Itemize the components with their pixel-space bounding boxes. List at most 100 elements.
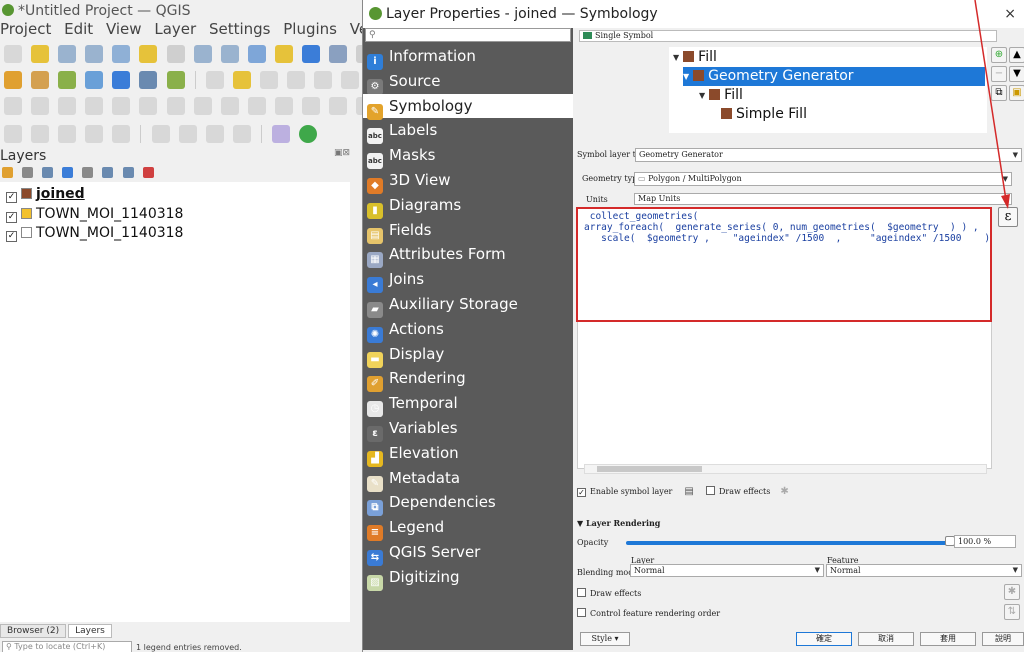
menu-settings[interactable]: Settings	[209, 20, 271, 38]
temporal-controller-icon[interactable]	[329, 45, 348, 63]
menu-plugins[interactable]: Plugins	[283, 20, 337, 38]
nav-item-masks[interactable]: abc Masks	[363, 143, 573, 170]
paint-tool-icon[interactable]	[274, 97, 293, 115]
effects-star-icon[interactable]: ✱	[780, 486, 788, 497]
callout-tool-icon[interactable]	[220, 97, 239, 115]
manage-visibility-icon[interactable]	[42, 167, 54, 178]
annotation-icon[interactable]	[178, 125, 197, 143]
nav-item-variables[interactable]: ε Variables	[363, 416, 573, 442]
deselect-icon[interactable]	[58, 125, 77, 143]
add-group-icon[interactable]	[22, 167, 34, 178]
zoom-last-icon[interactable]	[193, 45, 212, 63]
scrollbar-thumb[interactable]	[597, 466, 702, 472]
sort-order-icon[interactable]: ⇅	[1004, 604, 1020, 620]
expression-horizontal-scrollbar[interactable]	[584, 464, 987, 474]
zoom-out-icon[interactable]	[85, 45, 104, 63]
nav-item-actions[interactable]: ✺ Actions	[363, 317, 573, 343]
select-feature-icon[interactable]	[4, 125, 22, 143]
python-console-icon[interactable]	[299, 125, 318, 143]
label-props-icon[interactable]	[247, 97, 266, 115]
enable-symbol-layer-checkbox[interactable]: ✓ Enable symbol layer ▤	[577, 486, 694, 497]
nav-item-display[interactable]: ▬ Display	[363, 342, 573, 368]
zoom-next-icon[interactable]	[220, 45, 239, 63]
control-rendering-order-checkbox[interactable]: Control feature rendering order	[577, 608, 720, 618]
data-defined-icon[interactable]: ▤	[684, 486, 693, 497]
layer-visibility-checkbox[interactable]: ✓	[6, 231, 17, 242]
grid-tool-icon[interactable]	[329, 97, 348, 115]
nav-item-3d-view[interactable]: ◆ 3D View	[363, 168, 573, 194]
panel-float-close-buttons[interactable]: ▣⊠	[334, 148, 350, 158]
move-up-icon[interactable]: ▲	[1009, 47, 1024, 63]
draw-effects-checkbox[interactable]: Draw effects ✱	[706, 486, 789, 497]
tab-layers[interactable]: Layers	[68, 624, 112, 638]
layer-visibility-checkbox[interactable]: ✓	[6, 192, 17, 203]
apply-button[interactable]: 套用	[920, 632, 976, 646]
attribute-table-icon[interactable]	[139, 71, 158, 89]
field-calculator-icon[interactable]	[112, 71, 131, 89]
menu-view[interactable]: View	[106, 20, 142, 38]
tree-item-subfill[interactable]: ▼ Fill	[699, 86, 979, 105]
nav-item-information[interactable]: i Information	[363, 44, 573, 70]
layout-icon[interactable]	[232, 125, 251, 143]
bookmark-icon[interactable]	[274, 45, 293, 63]
layer-draw-effects-checkbox[interactable]: Draw effects	[577, 588, 641, 598]
style-menu-button[interactable]: Style ▾	[580, 632, 630, 646]
opacity-spinbox[interactable]: 100.0 %	[954, 535, 1016, 548]
nav-item-digitizing[interactable]: ▨ Digitizing	[363, 565, 573, 591]
symbol-layer-type-select[interactable]: Geometry Generator ▼	[635, 148, 1022, 162]
layer-item-town-1[interactable]: ✓ TOWN_MOI_1140318	[6, 204, 183, 224]
digitize-icon[interactable]	[85, 71, 104, 89]
identify-icon[interactable]	[85, 125, 104, 143]
renderer-select[interactable]: Single Symbol	[579, 30, 997, 42]
show-bookmarks-icon[interactable]	[302, 45, 321, 63]
pan-to-selection-icon[interactable]	[31, 45, 50, 63]
style-manager-icon[interactable]	[2, 167, 13, 178]
nav-item-auxiliary-storage[interactable]: ▰ Auxiliary Storage	[363, 292, 573, 318]
add-feature-icon[interactable]	[287, 71, 306, 89]
show-hide-labels-icon[interactable]	[85, 97, 104, 115]
new-geopackage-icon[interactable]	[31, 71, 50, 89]
nav-item-dependencies[interactable]: ⧉ Dependencies	[363, 490, 573, 517]
remove-symbol-layer-icon[interactable]: −	[991, 66, 1007, 82]
nav-item-labels[interactable]: abc Labels	[363, 118, 573, 145]
nav-item-fields[interactable]: ▤ Fields	[363, 218, 573, 244]
pin-labels-icon[interactable]	[58, 97, 77, 115]
change-label-icon[interactable]	[166, 97, 185, 115]
measure-icon[interactable]	[112, 125, 131, 143]
locator-search-input[interactable]: ⚲ Type to locate (Ctrl+K)	[2, 641, 132, 652]
map-tips-icon[interactable]	[151, 125, 170, 143]
add-symbol-layer-icon[interactable]: ⊕	[991, 47, 1007, 63]
statistics-icon[interactable]	[166, 71, 185, 89]
nav-item-rendering[interactable]: ✐ Rendering	[363, 366, 573, 393]
snapping-icon[interactable]	[4, 97, 22, 115]
plugin-shield-icon[interactable]	[272, 125, 291, 143]
diagram-tool-icon[interactable]	[193, 97, 212, 115]
zoom-to-layer-icon[interactable]	[166, 45, 185, 63]
layer-item-town-2[interactable]: ✓ TOWN_MOI_1140318	[6, 223, 183, 243]
menu-edit[interactable]: Edit	[64, 20, 93, 38]
geometry-type-select[interactable]: ▭ Polygon / MultiPolygon ▼	[634, 172, 1012, 186]
label-tool-icon[interactable]	[31, 97, 50, 115]
nav-item-temporal[interactable]: ◷ Temporal	[363, 391, 573, 418]
select-by-value-icon[interactable]	[31, 125, 50, 143]
expression-builder-button[interactable]: ε	[998, 207, 1018, 227]
menu-vector[interactable]: Vector	[350, 20, 362, 38]
nav-item-source[interactable]: ⚙ Source	[363, 69, 573, 95]
nav-search-input[interactable]: ⚲	[365, 28, 571, 42]
move-down-icon[interactable]: ▼	[1009, 66, 1024, 82]
collapse-all-icon[interactable]	[122, 167, 134, 178]
layer-item-joined[interactable]: ✓ joined	[6, 184, 85, 204]
duplicate-layer-icon[interactable]: ⧉	[991, 85, 1007, 101]
nav-item-legend[interactable]: ≡ Legend	[363, 515, 573, 542]
vertex-tool-icon[interactable]	[314, 71, 333, 89]
tree-item-geometry-generator[interactable]: ▼ Geometry Generator	[683, 67, 985, 86]
text-annotation-icon[interactable]	[205, 125, 224, 143]
zoom-to-selection-icon[interactable]	[139, 45, 158, 63]
feature-blend-select[interactable]: Normal ▼	[826, 564, 1022, 577]
units-select[interactable]: Map Units	[634, 193, 1012, 205]
layer-visibility-checkbox[interactable]: ✓	[6, 212, 17, 223]
menu-layer[interactable]: Layer	[154, 20, 196, 38]
save-edits-icon[interactable]	[259, 71, 278, 89]
cancel-button[interactable]: 取消	[858, 632, 914, 646]
opacity-slider-track[interactable]	[626, 541, 948, 545]
